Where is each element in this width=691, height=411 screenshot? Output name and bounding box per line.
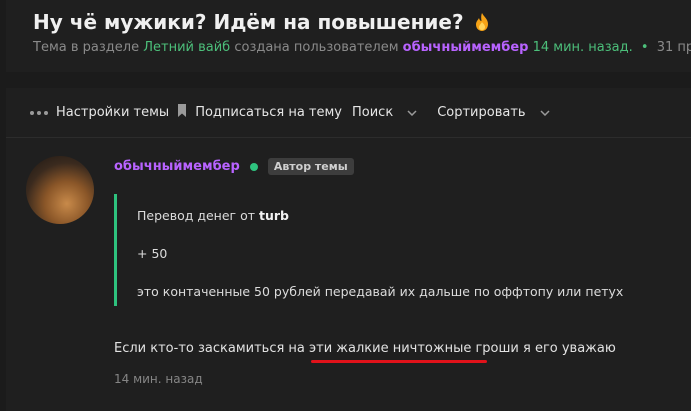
thread-header: Ну чё мужики? Идём на повышение? Тема в … [6,0,691,72]
dots-icon [30,110,48,115]
post-author-row: обычныймембер Автор темы [114,158,354,175]
red-underline-annotation [311,360,487,363]
post-author-name[interactable]: обычныймембер [114,159,240,174]
bookmark-icon [177,104,187,121]
quote-line-note: это контаченные 50 рублей передавай их д… [137,284,624,299]
quote-line-amount: + 50 [137,246,168,261]
title-row: Ну чё мужики? Идём на повышение? [33,10,490,34]
quote-line-transfer: Перевод денег от turb [137,208,289,223]
post-container: Настройки темы Подписаться на тему Поиск… [6,88,691,411]
quote-block: Перевод денег от turb + 50 это контаченн… [114,194,654,306]
thread-meta: Тема в разделе Летний вайб создана польз… [33,40,691,55]
thread-title: Ну чё мужики? Идём на повышение? [33,10,464,34]
views-count: 31 просм [656,40,691,55]
author-link[interactable]: обычныймембер [403,40,529,55]
author-badge: Автор темы [267,158,354,175]
avatar[interactable] [26,156,94,224]
subscribe-label: Подписаться на тему [195,105,342,120]
thread-settings-button[interactable]: Настройки темы [30,105,169,120]
flame-icon [474,12,490,32]
search-dropdown[interactable]: Поиск [352,105,417,120]
thread-settings-label: Настройки темы [56,105,170,120]
online-indicator [249,162,258,171]
chevron-down-icon [540,106,550,119]
section-link[interactable]: Летний вайб [143,40,230,55]
quote-transfer-user: turb [259,208,289,223]
post-message: Если кто-то заскамиться на эти жалкие ни… [114,341,616,356]
sort-label: Сортировать [437,105,526,120]
meta-separator: • [640,40,649,55]
quote-transfer-prefix: Перевод денег от [137,208,256,223]
chevron-down-icon [407,106,417,119]
created-time[interactable]: 14 мин. назад. [533,40,633,55]
meta-mid: создана пользователем [234,40,399,55]
sort-dropdown[interactable]: Сортировать [437,105,550,120]
post-time[interactable]: 14 мин. назад [114,372,203,386]
subscribe-button[interactable]: Подписаться на тему [177,104,342,121]
search-label: Поиск [352,105,394,120]
thread-toolbar: Настройки темы Подписаться на тему Поиск… [6,88,691,138]
meta-prefix: Тема в разделе [33,40,140,55]
